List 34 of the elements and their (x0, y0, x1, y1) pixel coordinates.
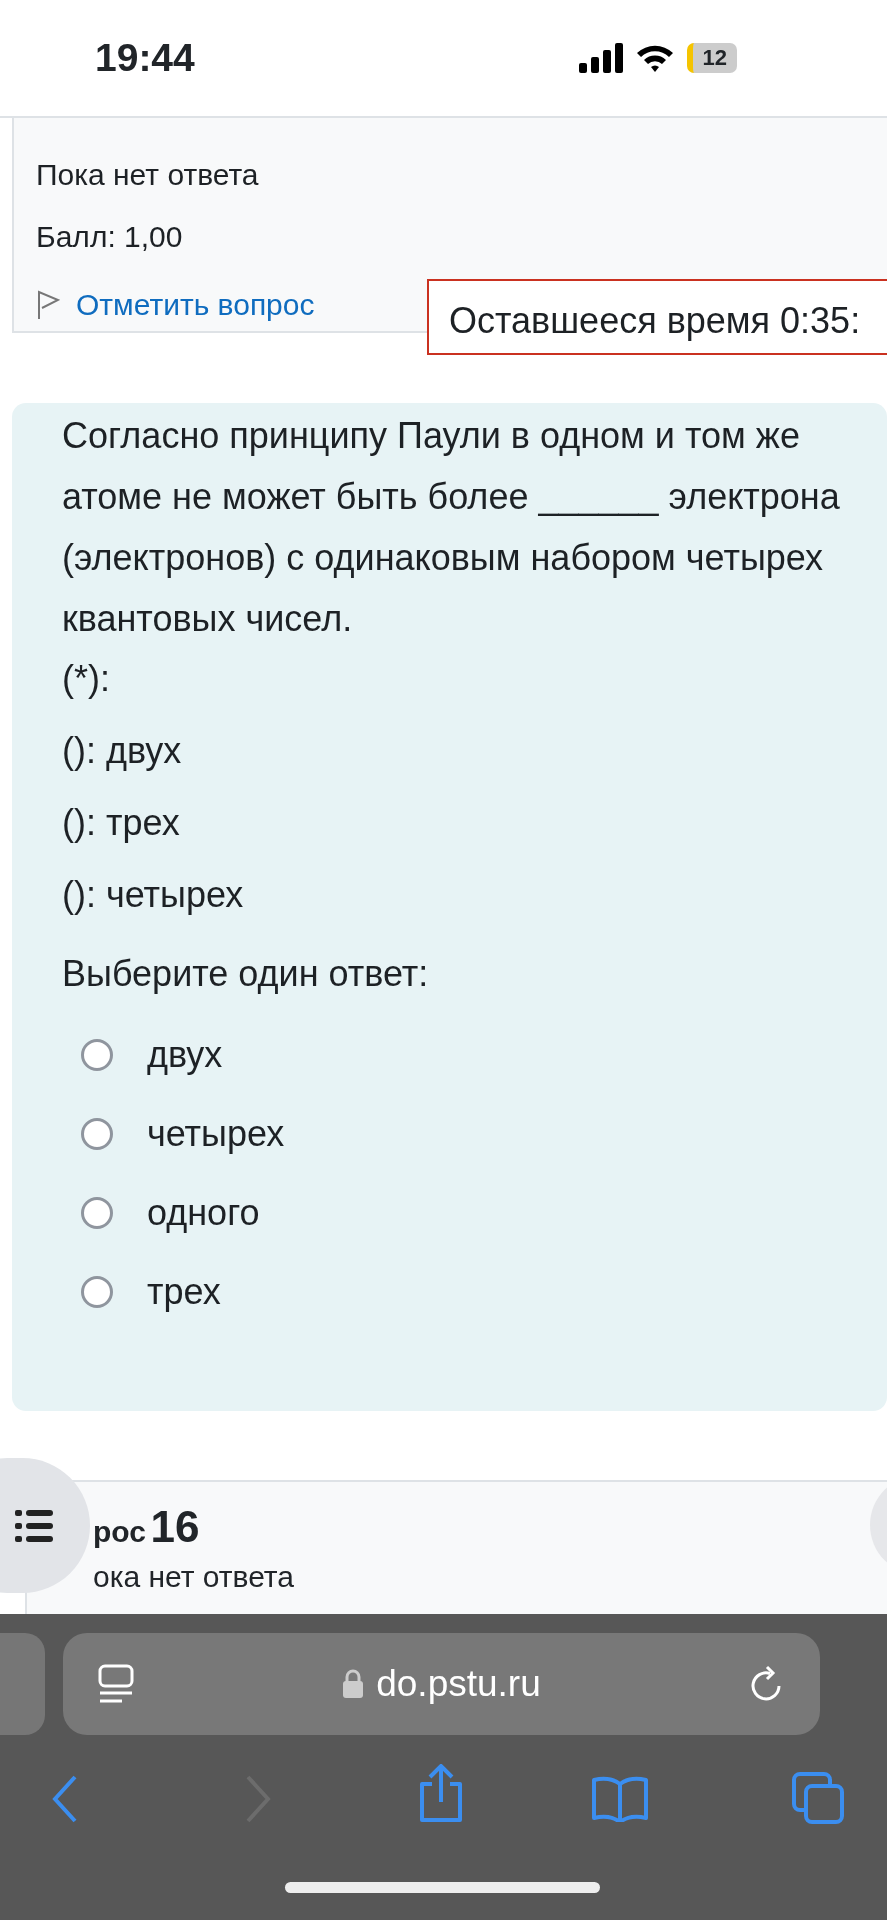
grade-text: Балл: 1,00 (36, 220, 184, 254)
option-label[interactable]: трех (147, 1267, 221, 1317)
book-icon[interactable] (592, 1776, 648, 1822)
radio-button[interactable] (81, 1118, 113, 1150)
signal-icon (578, 43, 623, 73)
option-line: (): четырех (62, 873, 245, 917)
back-icon[interactable] (52, 1774, 78, 1824)
tabs-icon[interactable] (792, 1772, 844, 1824)
address-bar[interactable]: do.pstu.ru (63, 1633, 820, 1735)
answer-status: ока нет ответа (93, 1560, 295, 1594)
battery-icon: 12 (686, 43, 737, 73)
question-number: 16 (150, 1502, 200, 1551)
timer-box: Оставшееся время 0:35: (427, 279, 887, 355)
option-line: (): двух (62, 729, 183, 773)
share-icon[interactable] (418, 1764, 464, 1822)
option-label[interactable]: двух (147, 1030, 223, 1080)
list-icon (15, 1509, 53, 1542)
radio-button[interactable] (81, 1039, 113, 1071)
reader-icon (98, 1664, 134, 1704)
option-label[interactable]: одного (147, 1188, 260, 1238)
question-text: Согласно принципу Паули в одном и том же атоме не может быть более ______ электрона (электронов) с одинаковым набором четырех квантовых чисел. (62, 414, 841, 641)
question-title: рос (93, 1515, 146, 1548)
radio-button[interactable] (81, 1276, 113, 1308)
answer-prompt: Выберите один ответ: (62, 952, 430, 996)
radio-button[interactable] (81, 1197, 113, 1229)
flag-icon (36, 289, 60, 320)
lock-icon (342, 1669, 365, 1699)
url-text: do.pstu.ru (376, 1662, 541, 1707)
option-line: (*): (62, 657, 111, 701)
clock-time: 19:44 (95, 34, 195, 81)
answer-status: Пока нет ответа (36, 158, 260, 192)
option-label[interactable]: четырех (147, 1109, 285, 1159)
option-line: (): трех (62, 801, 181, 845)
flag-question-link[interactable]: Отметить вопрос (76, 282, 315, 327)
